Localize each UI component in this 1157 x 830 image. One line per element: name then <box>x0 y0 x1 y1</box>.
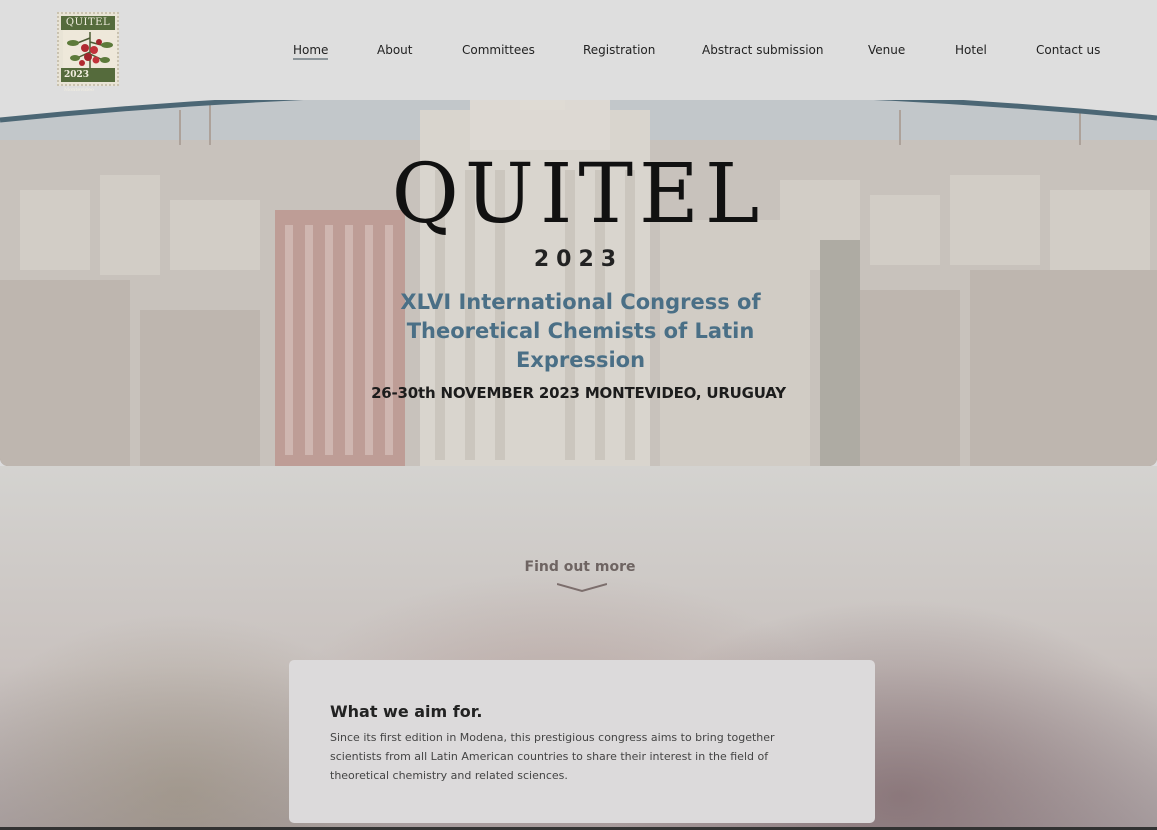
nav-committees[interactable]: Committees <box>462 43 535 57</box>
aim-text: Since its first edition in Modena, this … <box>330 731 775 782</box>
chevron-down-icon[interactable] <box>557 583 607 593</box>
hero-banner: QUITEL 2023 XLVI International Congress … <box>0 80 1157 466</box>
logo-text: QUITEL <box>61 16 115 30</box>
logo-year: 2023 Montevideo <box>61 68 115 93</box>
nav-venue[interactable]: Venue <box>868 43 905 57</box>
hero-subtitle: XLVI International Congress of Theoretic… <box>400 290 761 372</box>
hero-date: 26-30th NOVEMBER 2023 MONTEVIDEO, URUGUA… <box>371 384 786 402</box>
intro-section: Find out more What we aim for. Since its… <box>0 466 1157 830</box>
city-background-image <box>0 80 1157 466</box>
nav-abstract-submission[interactable]: Abstract submission <box>702 43 823 57</box>
nav-contact-us[interactable]: Contact us <box>1036 43 1100 57</box>
berry-illustration-icon <box>63 30 117 70</box>
site-header: QUITEL 2023 Montevideo Home About Commit… <box>0 0 1157 100</box>
find-out-more-link[interactable]: Find out more <box>480 559 680 575</box>
hero-title: QUITEL <box>391 147 766 242</box>
nav-home[interactable]: Home <box>293 43 329 60</box>
hero-year: 2023 <box>533 247 624 272</box>
aim-heading: What we aim for. <box>330 702 483 721</box>
nav-registration[interactable]: Registration <box>583 43 655 57</box>
nav-hotel[interactable]: Hotel <box>955 43 987 57</box>
logo[interactable]: QUITEL 2023 Montevideo <box>57 12 119 93</box>
nav-about[interactable]: About <box>377 43 412 57</box>
aim-card: What we aim for. Since its first edition… <box>289 660 875 823</box>
